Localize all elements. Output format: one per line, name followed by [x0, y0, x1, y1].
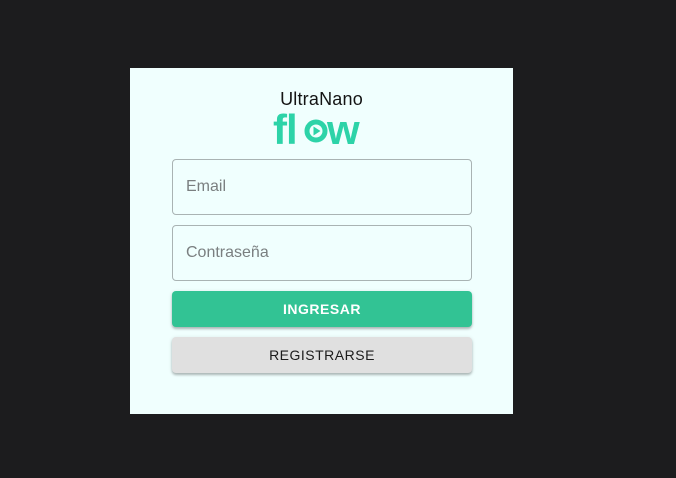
- brand-name-top: UltraNano: [280, 89, 363, 109]
- password-field: [172, 225, 472, 281]
- register-button[interactable]: REGISTRARSE: [172, 337, 472, 373]
- email-input[interactable]: [173, 160, 471, 214]
- login-button[interactable]: INGRESAR: [172, 291, 472, 327]
- password-input[interactable]: [173, 226, 471, 280]
- brand-logo: UltraNano: [130, 88, 513, 110]
- flow-logo-icon: fl w: [273, 110, 361, 150]
- flow-wordmark: fl w: [273, 110, 373, 150]
- email-field: [172, 159, 472, 215]
- login-card: UltraNano flw INGRESAR REGISTRARSE: [130, 68, 513, 414]
